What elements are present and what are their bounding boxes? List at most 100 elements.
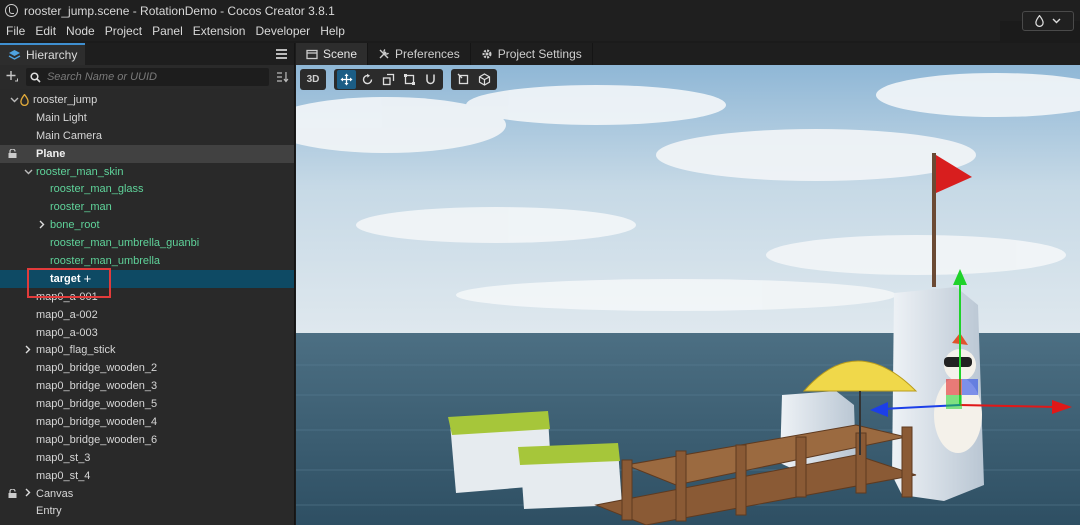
tree-row-rooster-man-umbrella[interactable]: rooster_man_umbrella (0, 252, 294, 270)
tools-icon (379, 48, 390, 59)
pivot-icon (457, 73, 469, 85)
coordinate-toggle-button[interactable] (475, 70, 494, 89)
menu-file[interactable]: File (0, 24, 30, 38)
pivot-toggle-button[interactable] (454, 70, 473, 89)
scene-viewport[interactable] (296, 65, 1080, 525)
window-title: rooster_jump.scene - RotationDemo - Coco… (24, 3, 335, 18)
scale-icon (382, 73, 395, 86)
tree-row-map0-bridge-wooden-4[interactable]: map0_bridge_wooden_4 (0, 413, 294, 431)
cube-icon (478, 73, 491, 86)
magnet-icon (426, 74, 435, 85)
tree-row-map0-bridge-wooden-5[interactable]: map0_bridge_wooden_5 (0, 395, 294, 413)
tab-preferences[interactable]: Preferences (368, 43, 471, 65)
tree-row-map0-flag-stick[interactable]: map0_flag_stick (0, 341, 294, 359)
tree-row-rooster-jump[interactable]: rooster_jump (0, 91, 294, 109)
scene-tabbar: Scene Preferences Project Settings (296, 43, 1080, 65)
tree-row-rooster-man[interactable]: rooster_man (0, 198, 294, 216)
lock-icon[interactable] (8, 488, 17, 498)
tree-row-entry[interactable]: Entry (0, 502, 294, 520)
tree-row-map0-bridge-wooden-2[interactable]: map0_bridge_wooden_2 (0, 359, 294, 377)
tab-scene[interactable]: Scene (296, 43, 369, 65)
tree-row-map0-st-4[interactable]: map0_st_4 (0, 467, 294, 485)
chevron-down-icon (1052, 18, 1061, 24)
snap-tool-button[interactable] (421, 70, 440, 89)
chevron-right-icon[interactable] (22, 345, 34, 356)
tree-row-label: rooster_man (50, 201, 112, 214)
tree-row-label: map0_st_3 (36, 451, 91, 464)
search-box[interactable] (25, 68, 270, 86)
chevron-right-icon[interactable] (22, 488, 34, 499)
tree-row-label: bone_root (50, 219, 100, 232)
sort-icon[interactable] (276, 71, 290, 83)
chevron-down-icon[interactable] (8, 95, 20, 105)
pivot-tools-group (451, 69, 497, 90)
tree-row-label: map0_bridge_wooden_5 (36, 398, 158, 411)
hierarchy-tree: rooster_jump Main Light Main Camera Plane ro… (0, 91, 294, 520)
tree-row-map0-st-3[interactable]: map0_st_3 (0, 449, 294, 467)
tab-preferences-label: Preferences (395, 47, 460, 61)
lock-icon[interactable] (8, 148, 17, 158)
rotate-icon (362, 73, 373, 85)
tree-row-label: target (50, 272, 81, 285)
tree-row-map0-a-002[interactable]: map0_a-002 (0, 306, 294, 324)
menu-node[interactable]: Node (61, 24, 100, 38)
tree-row-rooster-man-skin[interactable]: rooster_man_skin (0, 163, 294, 181)
theme-dropdown[interactable] (1022, 11, 1074, 31)
menu-help[interactable]: Help (315, 24, 350, 38)
tree-row-label: map0_a-002 (36, 308, 98, 321)
tree-row-label: map0_flag_stick (36, 344, 116, 357)
tab-hierarchy[interactable]: Hierarchy (0, 43, 86, 65)
search-input[interactable] (46, 71, 257, 83)
scene-tab-icon (306, 49, 318, 59)
tree-row-main-camera[interactable]: Main Camera (0, 127, 294, 145)
tree-row-main-light[interactable]: Main Light (0, 109, 294, 127)
tab-scene-label: Scene (323, 47, 358, 61)
menu-edit[interactable]: Edit (30, 24, 61, 38)
rect-icon (404, 74, 415, 85)
plus-icon (6, 71, 18, 82)
tree-row-canvas[interactable]: Canvas (0, 485, 294, 503)
tree-row-bone-root[interactable]: bone_root (0, 216, 294, 234)
tree-row-map0-a-001[interactable]: map0_a-001 (0, 288, 294, 306)
tree-row-label: Main Camera (36, 129, 103, 142)
tree-row-label: Plane (36, 147, 66, 160)
tree-row-label: rooster_man_skin (36, 165, 124, 178)
tree-row-label: map0_bridge_wooden_6 (36, 433, 158, 446)
tree-row-map0-bridge-wooden-6[interactable]: map0_bridge_wooden_6 (0, 431, 294, 449)
panel-menu-icon[interactable] (276, 49, 287, 59)
gear-icon (482, 49, 492, 59)
tab-project-settings-label: Project Settings (497, 47, 582, 61)
viewport-toolbar: 3D (300, 69, 497, 90)
crosshair-cursor-icon: + (83, 271, 92, 287)
tree-row-label: Canvas (36, 487, 74, 500)
tree-row-rooster-man-umbrella-guanbi[interactable]: rooster_man_umbrella_guanbi (0, 234, 294, 252)
tree-row-label: Entry (36, 505, 62, 518)
tree-row-map0-bridge-wooden-3[interactable]: map0_bridge_wooden_3 (0, 377, 294, 395)
tree-row-map0-a-003[interactable]: map0_a-003 (0, 324, 294, 342)
menu-extension[interactable]: Extension (188, 24, 251, 38)
move-icon (340, 73, 353, 86)
rect-tool-button[interactable] (400, 70, 419, 89)
menu-developer[interactable]: Developer (250, 24, 315, 38)
layers-icon (8, 50, 21, 60)
toggle-3d-button[interactable]: 3D (303, 70, 323, 89)
scale-tool-button[interactable] (379, 70, 398, 89)
tree-row-plane[interactable]: Plane (0, 144, 294, 163)
rotate-tool-button[interactable] (358, 70, 377, 89)
menu-panel[interactable]: Panel (147, 24, 188, 38)
move-tool-button[interactable] (337, 70, 356, 89)
chevron-down-icon[interactable] (22, 167, 34, 177)
transform-tools-group (334, 69, 443, 90)
menu-bar: File Edit Node Project Panel Extension D… (0, 21, 1000, 41)
menu-project[interactable]: Project (100, 24, 147, 38)
tree-row-target[interactable]: target + (0, 269, 294, 288)
scene-render (296, 65, 1080, 525)
tree-row-rooster-man-glass[interactable]: rooster_man_glass (0, 180, 294, 198)
hierarchy-toolbar (0, 65, 294, 89)
add-node-button[interactable] (4, 69, 20, 85)
search-icon (30, 71, 41, 83)
scene-icon (20, 93, 29, 106)
tab-project-settings[interactable]: Project Settings (471, 43, 593, 65)
tree-row-label: Main Light (36, 111, 87, 124)
chevron-right-icon[interactable] (36, 220, 48, 231)
